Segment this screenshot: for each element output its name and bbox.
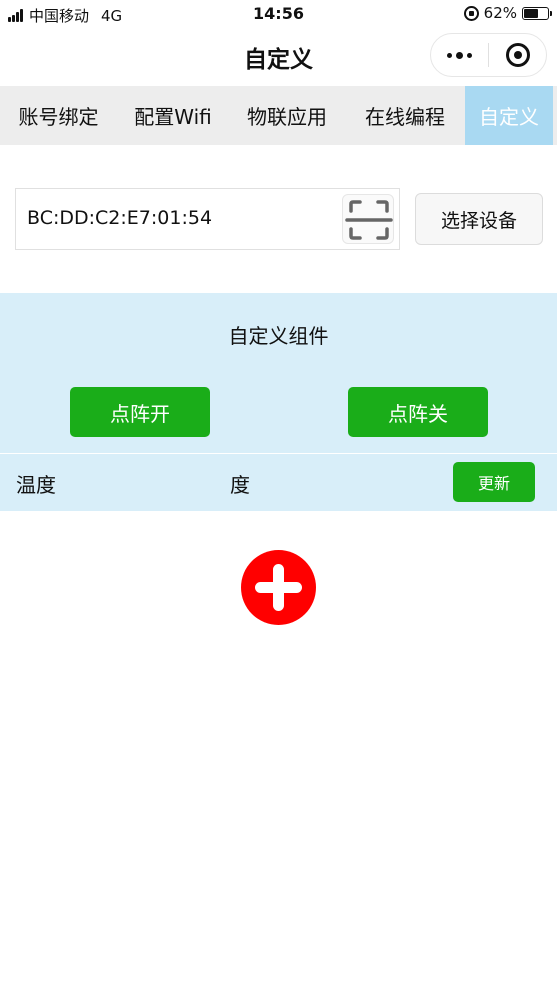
battery-fill (524, 8, 539, 18)
close-miniprogram-button[interactable] (489, 34, 546, 76)
status-right: 62% (463, 4, 552, 22)
temperature-row: 温度 度 更新 (0, 454, 557, 511)
more-dot-icon (447, 52, 452, 58)
more-dot-icon (456, 51, 463, 59)
more-button[interactable] (431, 34, 488, 76)
add-component-button[interactable] (241, 550, 316, 625)
tab-online-programming[interactable]: 在线编程 (345, 86, 465, 145)
tab-bar: 账号绑定 配置Wifi 物联应用 在线编程 自定义 (0, 86, 557, 145)
more-dot-icon (467, 52, 472, 58)
panel-title: 自定义组件 (228, 324, 329, 348)
scan-icon (345, 200, 393, 240)
scan-button[interactable] (342, 194, 394, 244)
custom-components-panel: 自定义组件 点阵开 点阵关 (0, 293, 557, 453)
temperature-label: 温度 (16, 473, 56, 497)
matrix-off-button[interactable]: 点阵关 (348, 387, 488, 437)
nav-bar: 自定义 (0, 30, 557, 86)
matrix-on-button[interactable]: 点阵开 (70, 387, 210, 437)
refresh-button[interactable]: 更新 (453, 462, 535, 502)
tab-account-binding[interactable]: 账号绑定 (0, 86, 117, 145)
device-mac-value: BC:DD:C2:E7:01:54 (27, 207, 213, 229)
rotation-lock-icon (463, 5, 479, 21)
select-device-button[interactable]: 选择设备 (415, 193, 543, 245)
tab-custom[interactable]: 自定义 (465, 86, 553, 145)
temperature-unit: 度 (230, 473, 250, 497)
tab-iot-apps[interactable]: 物联应用 (229, 86, 345, 145)
tab-config-wifi[interactable]: 配置Wifi (117, 86, 229, 145)
target-icon (505, 43, 530, 67)
battery-percent: 62% (483, 4, 517, 22)
plus-icon (241, 550, 316, 625)
device-mac-input[interactable]: BC:DD:C2:E7:01:54 (15, 188, 400, 250)
status-bar: 中国移动 4G 14:56 62% (0, 0, 557, 30)
miniprogram-capsule (430, 33, 547, 77)
battery-icon (522, 6, 552, 20)
